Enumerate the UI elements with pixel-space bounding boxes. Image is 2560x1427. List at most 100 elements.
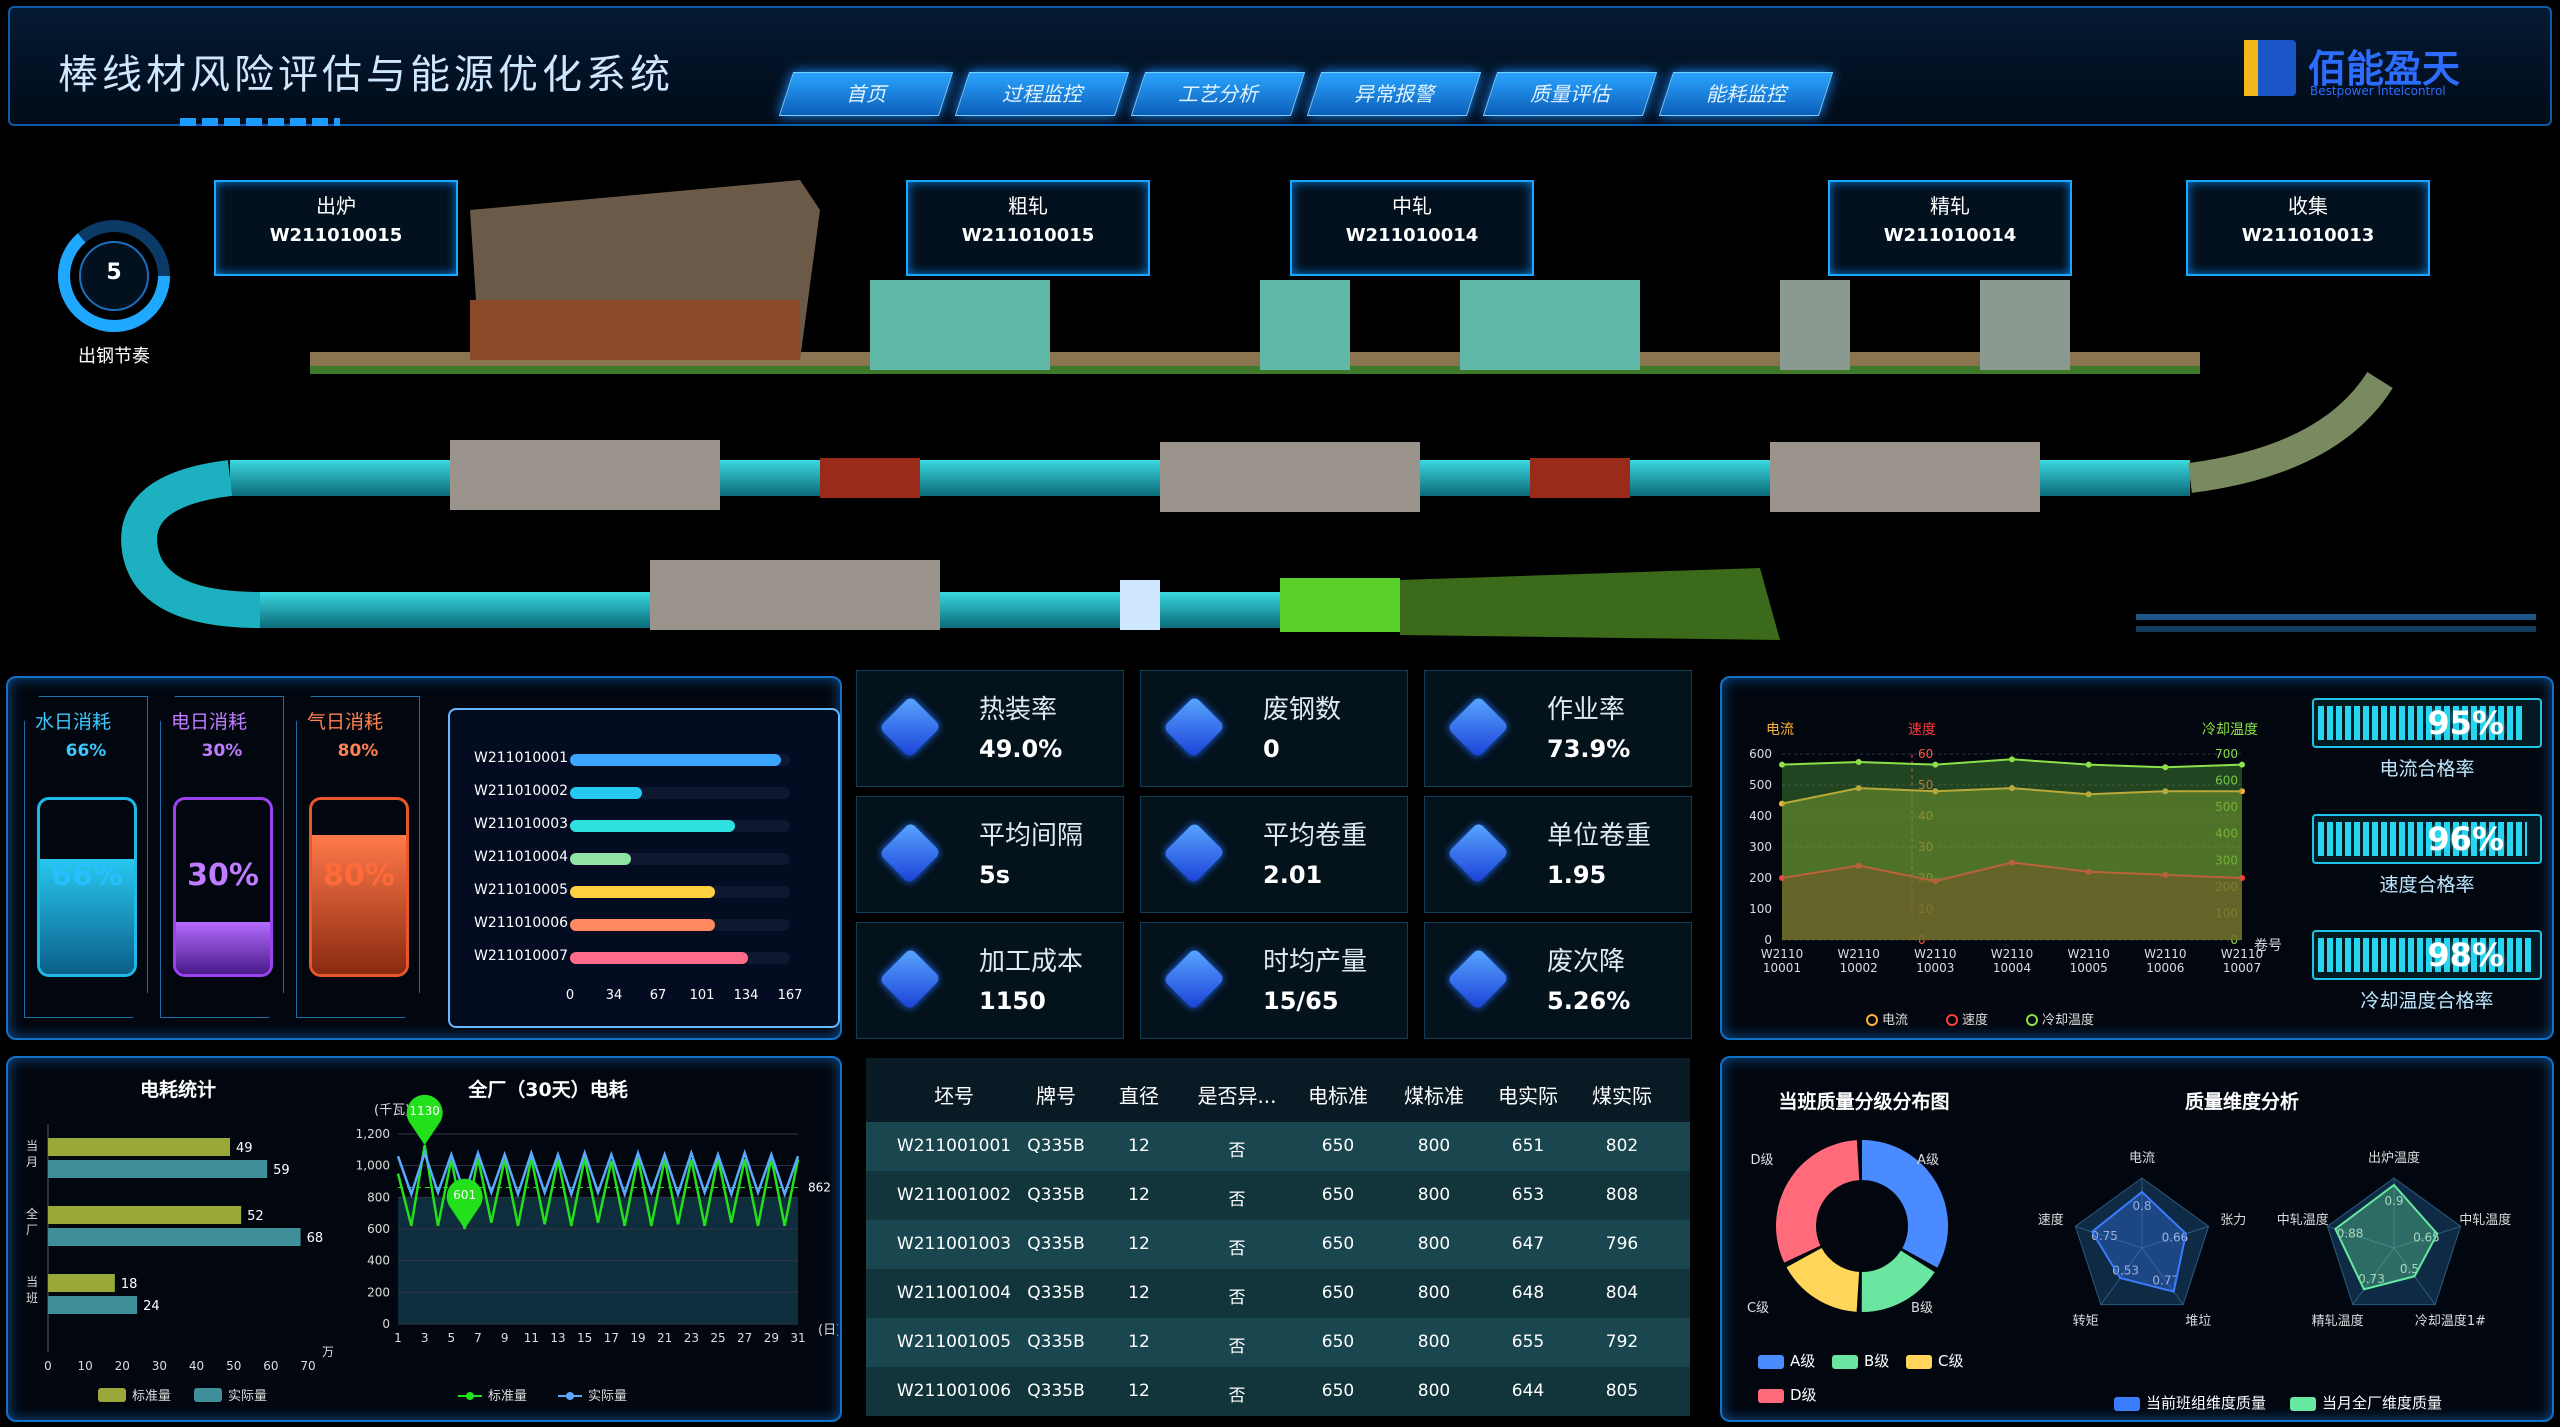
- table-row[interactable]: W211001001 Q335B 12 否 650 800 651 802: [866, 1122, 1690, 1171]
- legend-swatch: [2026, 1014, 2038, 1026]
- column-header[interactable]: 煤标准: [1394, 1080, 1474, 1109]
- kpi-processing-cost: 加工成本 1150: [856, 922, 1124, 1039]
- table-row[interactable]: W211001004 Q335B 12 否 650 800 648 804: [866, 1269, 1690, 1318]
- table-cell: 12: [1128, 1332, 1150, 1352]
- x-tick: 13: [550, 1331, 565, 1345]
- station-furnace[interactable]: 出炉 W211010015: [214, 180, 458, 276]
- x-tick: W2110: [1837, 947, 1879, 961]
- cube-icon: [1162, 695, 1226, 759]
- gas-level-gauge: 80%: [309, 797, 409, 977]
- y-tick: 800: [367, 1190, 390, 1204]
- x-tick: 9: [501, 1331, 509, 1345]
- table-cell: 800: [1417, 1381, 1451, 1401]
- kpi-avg-coil-weight: 平均卷重 2.01: [1140, 796, 1408, 913]
- electric-consumption: 电日消耗 30% 30%: [160, 696, 284, 1018]
- table-cell: 800: [1417, 1332, 1451, 1352]
- y-tick-left: 400: [1749, 809, 1772, 823]
- nav-quality[interactable]: 质量评估: [1482, 72, 1658, 116]
- chart-title: 电耗统计: [140, 1078, 216, 1101]
- data-label: 68: [307, 1231, 324, 1246]
- water-consumption: 水日消耗 66% 66%: [24, 696, 148, 1018]
- table-cell: W211001002: [896, 1185, 1012, 1205]
- x-tick: 40: [189, 1359, 204, 1373]
- table-row[interactable]: W211001002 Q335B 12 否 650 800 653 808: [866, 1171, 1690, 1220]
- legend-label: 实际量: [588, 1389, 627, 1404]
- table-cell: 否: [1228, 1386, 1246, 1406]
- table-cell: 802: [1605, 1136, 1639, 1156]
- axis-mid-label: 速度: [1908, 722, 1936, 738]
- table-row[interactable]: W211001003 Q335B 12 否 650 800 647 796: [866, 1220, 1690, 1269]
- table-cell: 800: [1417, 1136, 1451, 1156]
- x-tick: 60: [263, 1359, 278, 1373]
- table-cell: 800: [1417, 1234, 1451, 1254]
- table-cell: 800: [1417, 1185, 1451, 1205]
- billet-tick: 0: [565, 988, 575, 1003]
- server-icon: [1446, 821, 1510, 885]
- x-tick: 31: [790, 1331, 805, 1345]
- y-tick-left: 0: [1764, 933, 1772, 947]
- table-cell: 644: [1511, 1381, 1545, 1401]
- electricity-bar-chart: 电耗统计 0 10 20 30 40 50 60 70万当月4959全厂5268当班1824标…: [26, 1078, 334, 1404]
- current-pass-rate-label: 电流合格率: [2379, 758, 2475, 780]
- table-cell: Q335B: [1027, 1381, 1085, 1401]
- table-row[interactable]: W211001006 Q335B 12 否 650 800 644 805: [866, 1367, 1690, 1416]
- x-tick: 0: [44, 1359, 52, 1373]
- electricity-table: 坯号 牌号 直径 是否异... 电标准 煤标准 电实际 煤实际 W2110010…: [866, 1058, 1690, 1422]
- column-header[interactable]: 煤实际: [1582, 1080, 1662, 1109]
- billet-bar: [570, 820, 735, 832]
- station-middle-rolling[interactable]: 中轧 W211010014: [1290, 180, 1534, 276]
- slice-label: A级: [1917, 1153, 1939, 1168]
- nav-process-monitor[interactable]: 过程监控: [954, 72, 1130, 116]
- station-collection[interactable]: 收集 W211010013: [2186, 180, 2430, 276]
- table-cell: 805: [1605, 1381, 1639, 1401]
- nav-home[interactable]: 首页: [778, 72, 954, 116]
- radar-axis-label: 出炉温度: [2368, 1150, 2420, 1166]
- legend-swatch: [194, 1388, 222, 1402]
- x-axis-label: (日): [818, 1323, 838, 1338]
- table-cell: Q335B: [1027, 1136, 1085, 1156]
- bar: [48, 1274, 115, 1292]
- column-header[interactable]: 电标准: [1298, 1080, 1378, 1109]
- table-row[interactable]: W211001005 Q335B 12 否 650 800 655 792: [866, 1318, 1690, 1367]
- data-label: 52: [247, 1209, 264, 1224]
- title-decoration: [180, 118, 340, 126]
- table-cell: 否: [1228, 1190, 1246, 1210]
- x-tick: 10002: [1840, 961, 1878, 975]
- legend-label: 电流: [1882, 1013, 1908, 1028]
- x-tick: 70: [300, 1359, 315, 1373]
- slice-label: C级: [1747, 1301, 1769, 1316]
- x-tick: W2110: [1991, 947, 2033, 961]
- nav-energy[interactable]: 能耗监控: [1658, 72, 1834, 116]
- billet-row: W211010007: [450, 948, 842, 968]
- y-tick-right: 700: [2215, 747, 2238, 761]
- table-cell: 否: [1228, 1288, 1246, 1308]
- column-header[interactable]: 直径: [1104, 1080, 1174, 1109]
- table-cell: 650: [1321, 1283, 1355, 1303]
- factory-30day-line-chart: 全厂（30天）电耗 (千瓦) (日) 0 200 400 600 800 1,000 1,2…: [356, 1078, 838, 1404]
- column-header[interactable]: 电实际: [1488, 1080, 1568, 1109]
- column-header[interactable]: 牌号: [1016, 1080, 1096, 1109]
- station-finish-rolling[interactable]: 精轧 W211010014: [1828, 180, 2072, 276]
- x-tick: 10005: [2070, 961, 2108, 975]
- legend-swatch: [1866, 1014, 1878, 1026]
- bar: [48, 1206, 242, 1224]
- legend-swatch: [1946, 1014, 1958, 1026]
- nav-process-analysis[interactable]: 工艺分析: [1130, 72, 1306, 116]
- donut-title: 当班质量分级分布图: [1778, 1090, 1949, 1113]
- legend-b: B级: [1832, 1350, 1889, 1371]
- legend-current-team: 当前班组维度质量: [2114, 1392, 2266, 1413]
- column-header[interactable]: 坯号: [894, 1080, 1014, 1109]
- legend-label: 冷却温度: [2042, 1012, 2094, 1028]
- table-cell: Q335B: [1027, 1332, 1085, 1352]
- cooling-pass-rate-gauge: 98%: [2312, 930, 2542, 980]
- legend-label: 实际量: [228, 1389, 267, 1404]
- column-header[interactable]: 是否异...: [1182, 1080, 1292, 1109]
- speed-pass-rate-label: 速度合格率: [2379, 874, 2475, 896]
- table-cell: W211001005: [896, 1332, 1012, 1352]
- legend-d: D级: [1758, 1384, 1817, 1405]
- chart-title: 全厂（30天）电耗: [467, 1078, 627, 1101]
- billet-tick: 34: [605, 988, 623, 1003]
- nav-alarm[interactable]: 异常报警: [1306, 72, 1482, 116]
- station-rough-rolling[interactable]: 粗轧 W211010015: [906, 180, 1150, 276]
- billet-bar: [570, 853, 631, 865]
